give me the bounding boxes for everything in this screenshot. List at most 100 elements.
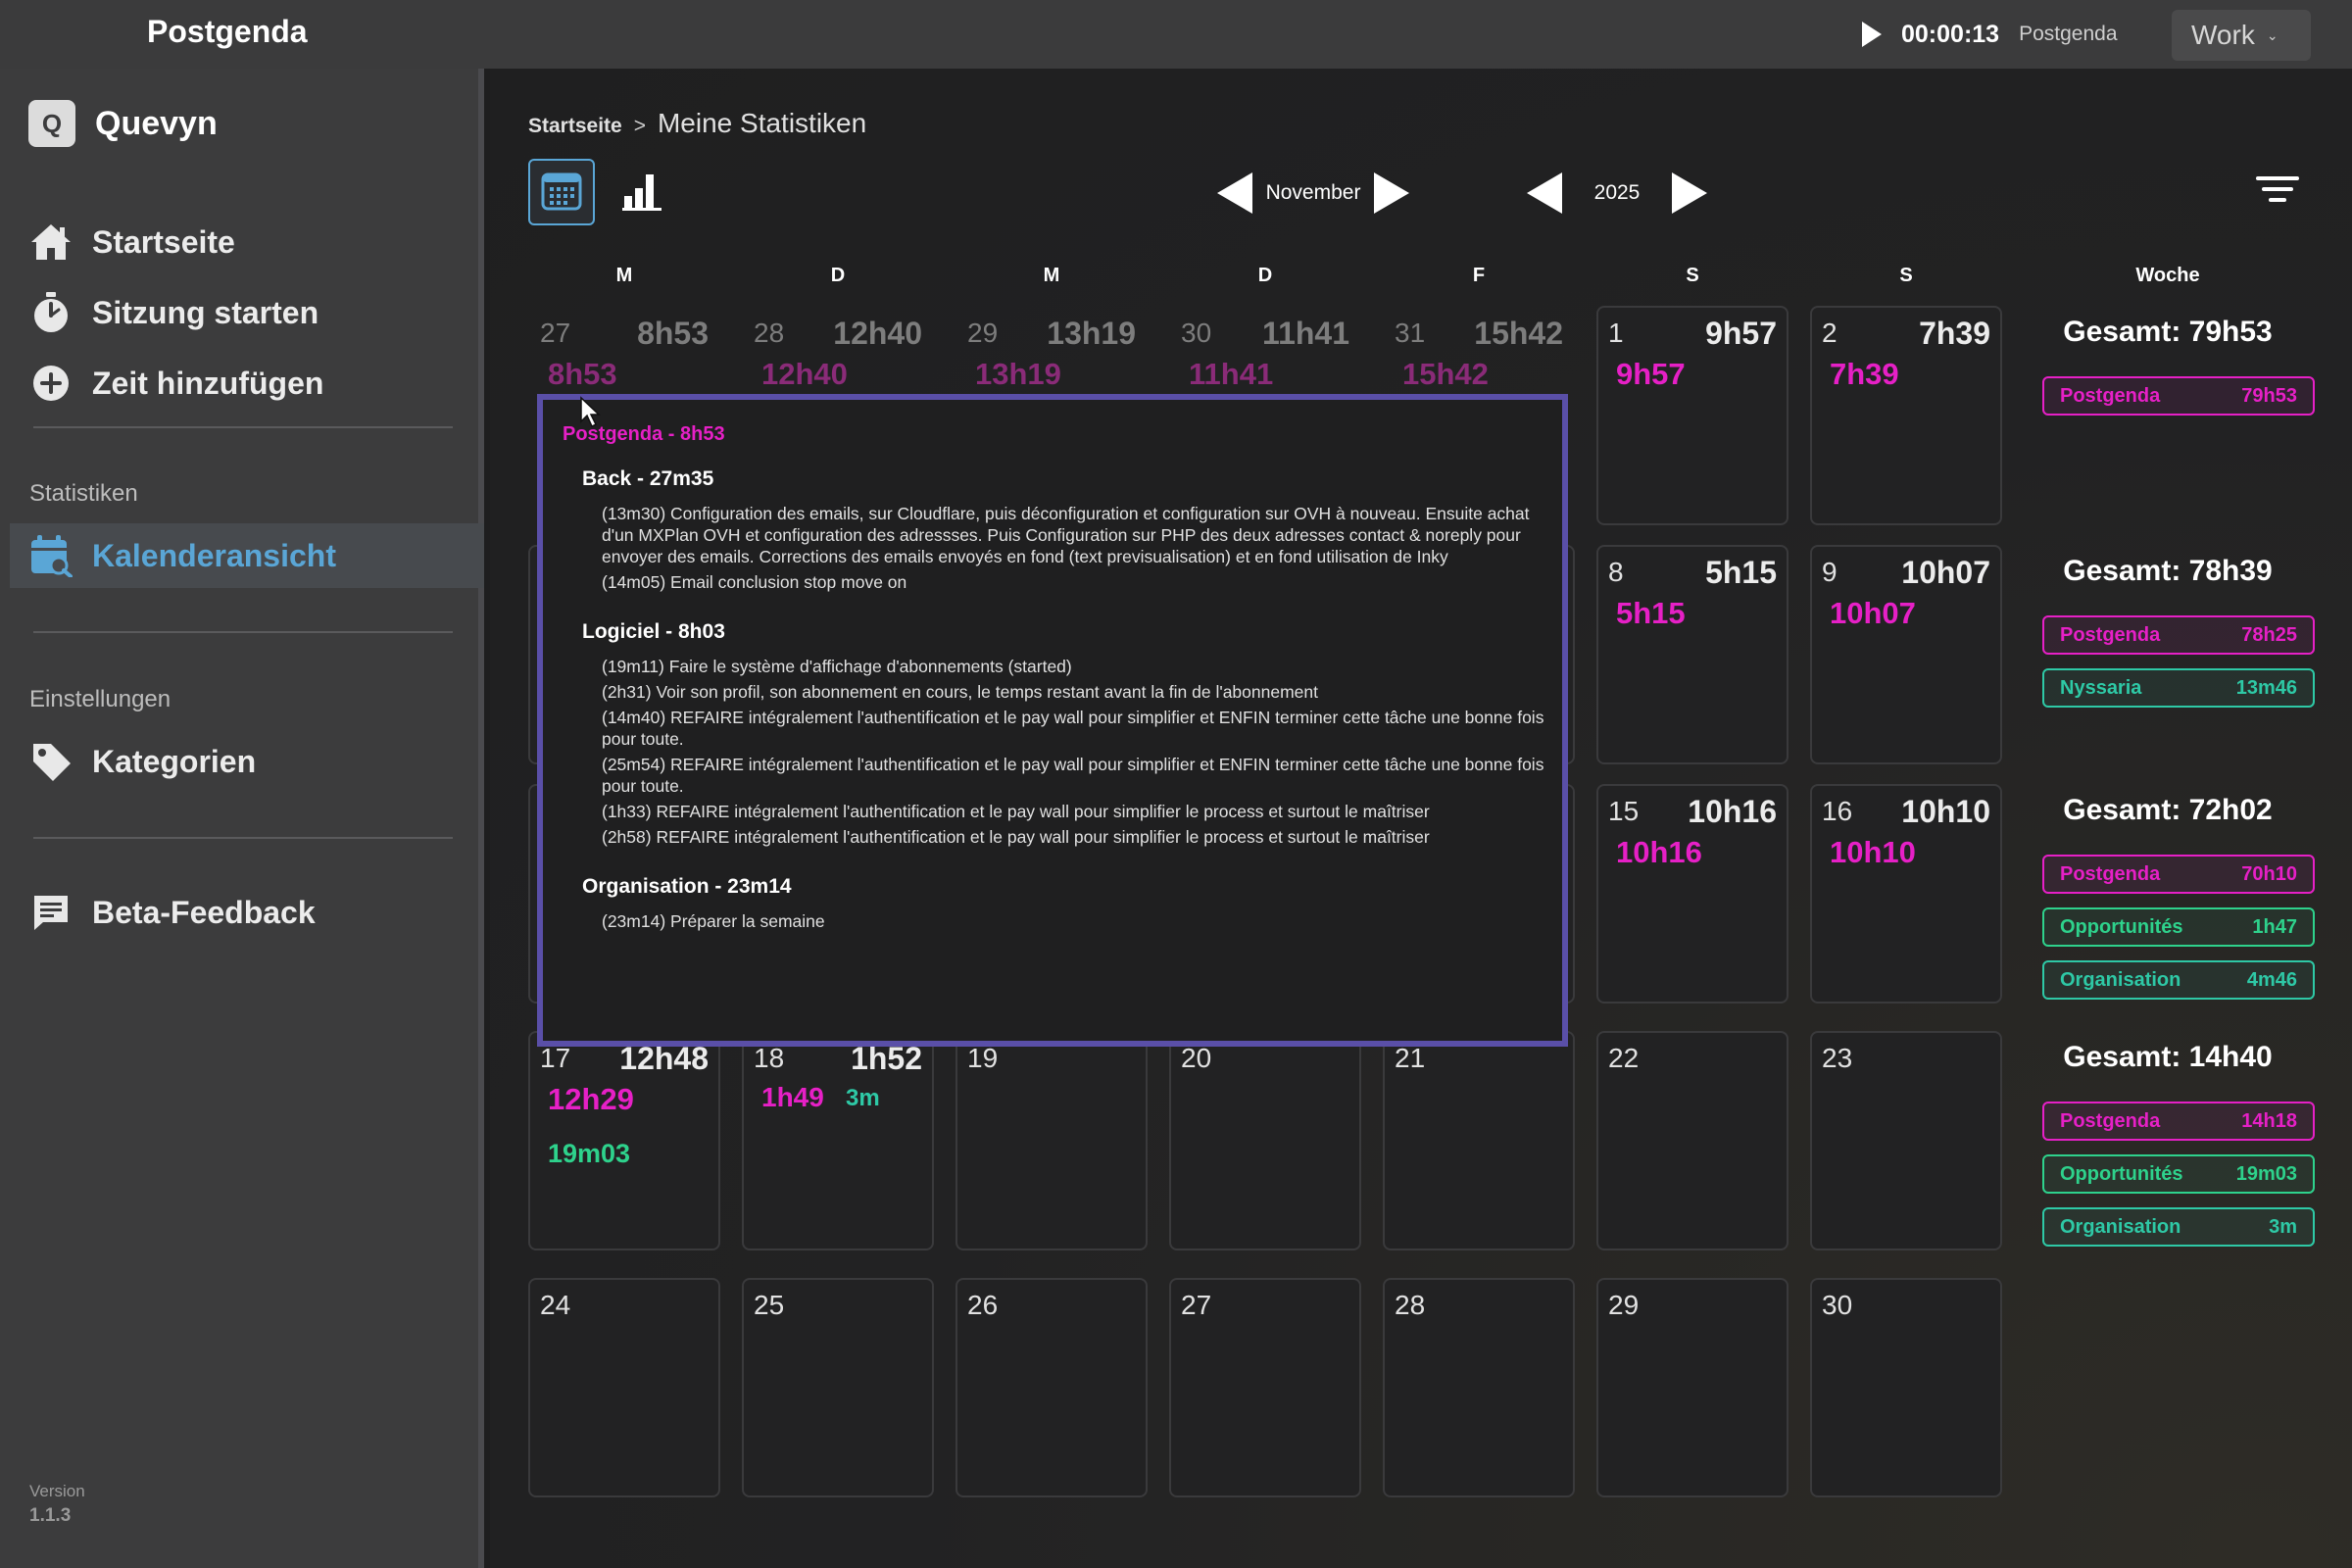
sidebar-divider <box>33 426 453 428</box>
day-number: 24 <box>540 1290 571 1320</box>
workspace-label: Work <box>2191 20 2255 50</box>
sidebar-item-zeit-hinzufuegen[interactable]: Zeit hinzufügen <box>0 351 484 416</box>
calendar-day-cell[interactable]: 20 <box>1169 1031 1361 1250</box>
brand-name: Quevyn <box>95 104 218 142</box>
plus-circle-icon <box>29 362 73 405</box>
day-number: 18 <box>754 1043 785 1073</box>
calendar-day-cell[interactable]: 25 <box>742 1278 934 1497</box>
tooltip-entry: (14m40) REFAIRE intégralement l'authenti… <box>602 708 1544 749</box>
tooltip-section-heading: Back - 27m35 <box>582 467 714 490</box>
week-category-pill[interactable]: Opportunités 19m03 <box>2042 1154 2315 1194</box>
calendar-day-cell[interactable]: 21 <box>1383 1031 1575 1250</box>
sidebar-item-label: Beta-Feedback <box>92 894 316 930</box>
day-category-time: 12h29 <box>548 1082 634 1116</box>
workspace-dropdown[interactable]: Work ⌄ <box>2172 10 2311 61</box>
calendar-day-cell[interactable]: 22 <box>1596 1031 1788 1250</box>
week-category-pill[interactable]: Organisation 3m <box>2042 1207 2315 1247</box>
breadcrumb-home[interactable]: Startseite <box>528 115 622 138</box>
day-category-time: 12h40 <box>761 357 848 391</box>
day-number: 29 <box>967 318 999 348</box>
sidebar-divider <box>33 631 453 633</box>
category-name: Opportunités <box>2060 1162 2183 1185</box>
calendar-view-button[interactable] <box>528 159 595 225</box>
calendar-day-cell[interactable]: 17 12h48 12h29 19m03 <box>528 1031 720 1250</box>
calendar-day-cell[interactable]: 19 <box>956 1031 1148 1250</box>
tooltip-section-heading: Organisation - 23m14 <box>582 875 792 898</box>
calendar-search-icon <box>29 534 73 577</box>
week-category-pill[interactable]: Postgenda 79h53 <box>2042 376 2315 416</box>
breadcrumb-separator: > <box>633 115 646 137</box>
tooltip-section-heading: Logiciel - 8h03 <box>582 620 725 643</box>
day-category-time: 15h42 <box>1402 357 1489 391</box>
calendar-day-cell[interactable]: 30 <box>1810 1278 2002 1497</box>
calendar-day-cell[interactable]: 26 <box>956 1278 1148 1497</box>
weekday-header: M <box>615 265 633 286</box>
statistics-view-button[interactable] <box>609 159 675 225</box>
day-category-time: 1h49 <box>761 1082 824 1112</box>
calendar-day-cell[interactable]: 8 5h15 5h15 <box>1596 545 1788 764</box>
sidebar-item-kalenderansicht[interactable]: Kalenderansicht <box>10 523 484 588</box>
day-total: 11h41 <box>1262 316 1349 351</box>
calendar-day-cell[interactable]: 24 <box>528 1278 720 1497</box>
week-summary: Gesamt: 78h39 Postgenda 78h25 Nyssaria 1… <box>2033 555 2315 731</box>
calendar-day-cell[interactable]: 2 7h39 7h39 <box>1810 306 2002 525</box>
next-year-button[interactable] <box>1672 172 1707 214</box>
play-icon[interactable] <box>1862 22 1882 47</box>
category-value: 13m46 <box>2235 676 2297 699</box>
sidebar-item-sitzung-starten[interactable]: Sitzung starten <box>0 280 484 345</box>
calendar-day-cell[interactable]: 9 10h07 10h07 <box>1810 545 2002 764</box>
calendar-day-cell[interactable]: 23 <box>1810 1031 2002 1250</box>
stopwatch-icon <box>29 291 73 334</box>
week-category-pill[interactable]: Organisation 4m46 <box>2042 960 2315 1000</box>
next-month-button[interactable] <box>1374 172 1409 214</box>
day-total: 13h19 <box>1047 316 1136 351</box>
day-number: 17 <box>540 1043 571 1073</box>
day-total: 15h42 <box>1474 316 1563 351</box>
category-name: Organisation <box>2060 1215 2181 1238</box>
day-category-time: 10h10 <box>1830 835 1916 869</box>
calendar-day-cell[interactable]: 1 9h57 9h57 <box>1596 306 1788 525</box>
prev-year-button[interactable] <box>1527 172 1562 214</box>
week-category-pill[interactable]: Opportunités 1h47 <box>2042 907 2315 947</box>
calendar-day-cell[interactable]: 16 10h10 10h10 <box>1810 784 2002 1004</box>
day-number: 28 <box>754 318 785 348</box>
prev-month-button[interactable] <box>1217 172 1252 214</box>
day-number: 20 <box>1181 1043 1212 1073</box>
day-number: 27 <box>1181 1290 1212 1320</box>
day-total: 10h07 <box>1901 555 1990 590</box>
week-total: Gesamt: 14h40 <box>2063 1041 2273 1073</box>
day-number: 21 <box>1395 1043 1426 1073</box>
sidebar-item-kategorien[interactable]: Kategorien <box>0 729 484 794</box>
sidebar: Q Quevyn Startseite Sitzung starten Zeit… <box>0 69 484 1568</box>
session-timer: 00:00:13 Postgenda <box>1862 20 2118 49</box>
day-number: 15 <box>1608 796 1640 826</box>
sidebar-item-startseite[interactable]: Startseite <box>0 210 484 274</box>
category-value: 79h53 <box>2241 384 2297 407</box>
calendar-day-cell[interactable]: 27 <box>1169 1278 1361 1497</box>
sidebar-item-beta-feedback[interactable]: Beta-Feedback <box>0 880 484 945</box>
calendar-day-cell[interactable]: 28 <box>1383 1278 1575 1497</box>
tooltip-entry: (19m11) Faire le système d'affichage d'a… <box>602 657 1072 676</box>
calendar-day-cell[interactable]: 29 <box>1596 1278 1788 1497</box>
week-category-pill[interactable]: Nyssaria 13m46 <box>2042 668 2315 708</box>
brand[interactable]: Q Quevyn <box>28 100 218 147</box>
week-category-pill[interactable]: Postgenda 78h25 <box>2042 615 2315 655</box>
filter-icon[interactable] <box>2256 176 2299 212</box>
tooltip-title: Postgenda - 8h53 <box>563 423 725 445</box>
calendar-day-cell[interactable]: 18 1h52 1h49 3m <box>742 1031 934 1250</box>
category-value: 3m <box>2269 1215 2297 1238</box>
week-header: Woche <box>2135 265 2200 286</box>
category-name: Nyssaria <box>2060 676 2142 699</box>
breadcrumb-current: Meine Statistiken <box>657 108 867 138</box>
tooltip-entry: (2h31) Voir son profil, son abonnement e… <box>602 682 1319 702</box>
sidebar-item-label: Kalenderansicht <box>92 537 336 573</box>
day-number: 19 <box>967 1043 999 1073</box>
calendar-day-cell[interactable]: 15 10h16 10h16 <box>1596 784 1788 1004</box>
chevron-down-icon: ⌄ <box>2266 26 2278 43</box>
weekday-header: F <box>1472 265 1486 286</box>
sidebar-item-label: Kategorien <box>92 743 257 779</box>
week-category-pill[interactable]: Postgenda 14h18 <box>2042 1102 2315 1141</box>
timer-value: 00:00:13 <box>1901 20 2000 48</box>
day-total: 5h15 <box>1705 555 1777 590</box>
week-category-pill[interactable]: Postgenda 70h10 <box>2042 855 2315 894</box>
